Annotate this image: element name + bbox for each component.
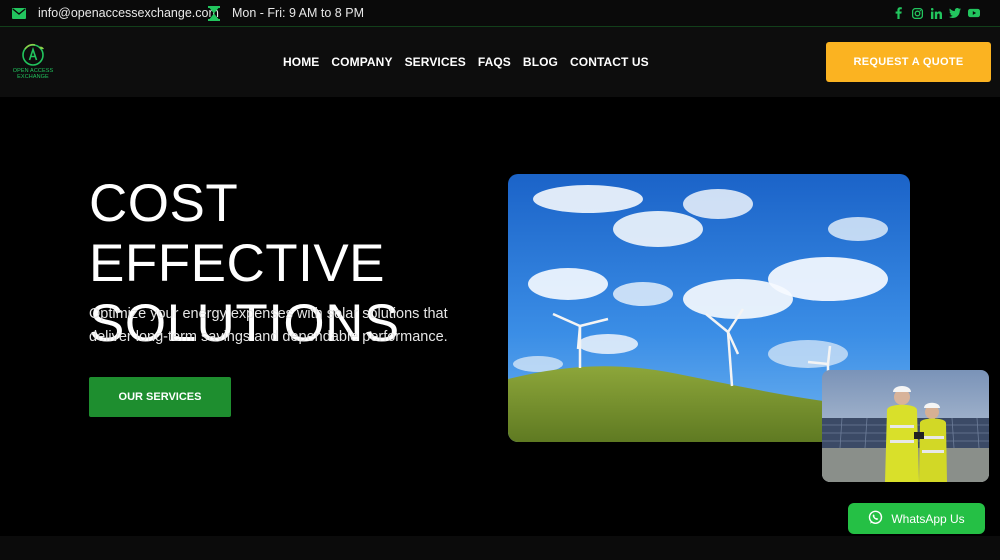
email-text: info@openaccessexchange.com	[38, 6, 219, 20]
contact-email[interactable]: info@openaccessexchange.com	[12, 0, 219, 26]
whatsapp-label: WhatsApp Us	[891, 511, 965, 526]
request-quote-button[interactable]: REQUEST A QUOTE	[826, 42, 991, 82]
next-section-edge	[0, 536, 1000, 560]
whatsapp-icon	[868, 510, 883, 528]
hours-text: Mon - Fri: 9 AM to 8 PM	[232, 6, 364, 20]
instagram-icon[interactable]	[911, 7, 923, 19]
business-hours: Mon - Fri: 9 AM to 8 PM	[208, 0, 364, 26]
main-header: OPEN ACCESS EXCHANGE HOME COMPANY SERVIC…	[0, 27, 1000, 97]
youtube-icon[interactable]	[968, 7, 980, 19]
logo-text: OPEN ACCESS EXCHANGE	[13, 68, 54, 80]
logo-line-2: EXCHANGE	[17, 73, 49, 80]
brand-logo[interactable]: OPEN ACCESS EXCHANGE	[12, 43, 54, 83]
main-nav: HOME COMPANY SERVICES FAQS BLOG CONTACT …	[283, 27, 649, 97]
hero-description: Optimize your energy expenses with solar…	[89, 306, 448, 345]
linkedin-icon[interactable]	[930, 7, 942, 19]
logo-emblem-icon	[22, 43, 44, 66]
hero-title-line-1: COST EFFECTIVE	[89, 174, 386, 293]
hourglass-icon	[208, 5, 220, 21]
top-bar: info@openaccessexchange.com Mon - Fri: 9…	[0, 0, 1000, 27]
nav-faqs[interactable]: FAQS	[478, 55, 511, 69]
envelope-icon	[12, 7, 26, 19]
twitter-icon[interactable]	[949, 7, 961, 19]
social-links	[892, 0, 980, 26]
nav-services[interactable]: SERVICES	[405, 55, 466, 69]
nav-company[interactable]: COMPANY	[331, 55, 392, 69]
engineers-solar-image	[822, 370, 989, 482]
nav-contact-us[interactable]: CONTACT US	[570, 55, 649, 69]
nav-blog[interactable]: BLOG	[523, 55, 558, 69]
facebook-icon[interactable]	[892, 7, 904, 19]
nav-home[interactable]: HOME	[283, 55, 319, 69]
our-services-button[interactable]: OUR SERVICES	[89, 377, 231, 417]
whatsapp-button[interactable]: WhatsApp Us	[848, 503, 985, 534]
